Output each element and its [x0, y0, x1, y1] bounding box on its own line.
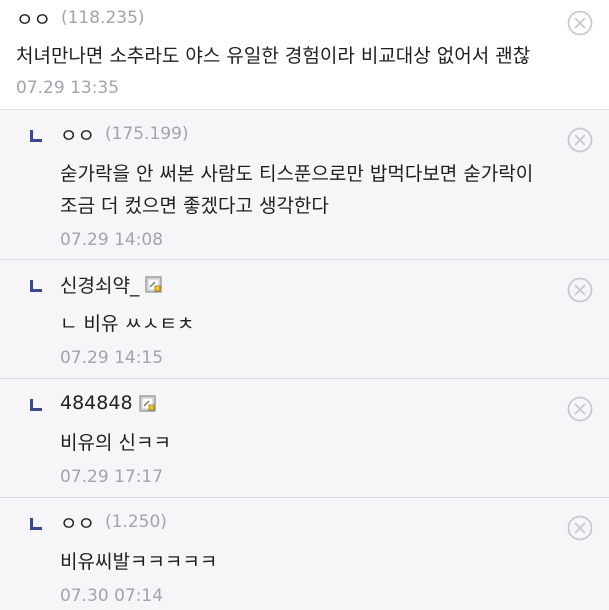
close-circle-icon: [567, 127, 593, 153]
reply-comment: ㅇㅇ (1.250) 비유씨발ㅋㅋㅋㅋㅋ 07.30 07:14: [0, 498, 609, 610]
comment-author[interactable]: 신경쇠약_: [60, 271, 139, 298]
comment-text: ㄴ 비유 ㅆㅅㅌㅊ: [60, 313, 195, 335]
comment-meta: 신경쇠약_: [60, 271, 549, 298]
comment-ip: (118.235): [60, 8, 145, 28]
comment-time: 07.29 14:08: [60, 230, 164, 250]
comment-list: ㅇㅇ (118.235) 처녀만나면 소추라도 야스 유일한 경험이라 비교대상…: [0, 0, 609, 610]
reply-arrow-icon: [30, 518, 42, 530]
delete-button[interactable]: [567, 515, 593, 541]
close-circle-icon: [567, 396, 593, 422]
comment-text: 비유씨발ㅋㅋㅋㅋㅋ: [60, 551, 218, 573]
reply-arrow-icon: [30, 399, 42, 411]
reply-arrow-icon: [30, 130, 42, 142]
reply-comment: 484848 비유의 신ㅋㅋ 07.29 17:17: [0, 379, 609, 498]
comment-meta: ㅇㅇ (118.235): [16, 5, 549, 32]
comment-text: 처녀만나면 소추라도 야스 유일한 경험이라 비교대상 없어서 괜찮: [16, 45, 531, 67]
comment-time: 07.29 13:35: [16, 78, 120, 98]
reply-arrow-icon: [30, 280, 42, 292]
comment-meta: 484848: [60, 391, 549, 415]
comment-text: 숟가락을 안 써본 사람도 티스푼으로만 밥먹다보면 숟가락이 조금 더 컸으면…: [60, 163, 534, 217]
comment-ip: (175.199): [104, 124, 189, 144]
reply-comment: 신경쇠약_ ㄴ 비유 ㅆㅅㅌㅊ 07.29 14:15: [0, 260, 609, 379]
comment-author[interactable]: ㅇㅇ: [16, 5, 51, 32]
close-circle-icon: [567, 10, 593, 36]
delete-button[interactable]: [567, 277, 593, 303]
close-circle-icon: [567, 515, 593, 541]
reply-comment: ㅇㅇ (175.199) 숟가락을 안 써본 사람도 티스푼으로만 밥먹다보면 …: [0, 110, 609, 260]
delete-button[interactable]: [567, 127, 593, 153]
close-circle-icon: [567, 277, 593, 303]
comment-ip: (1.250): [104, 512, 167, 532]
delete-button[interactable]: [567, 396, 593, 422]
comment-meta: ㅇㅇ (175.199): [60, 121, 549, 148]
comment: ㅇㅇ (118.235) 처녀만나면 소추라도 야스 유일한 경험이라 비교대상…: [0, 0, 609, 110]
comment-author[interactable]: ㅇㅇ: [60, 509, 95, 536]
comment-meta: ㅇㅇ (1.250): [60, 509, 549, 536]
comment-author[interactable]: 484848: [60, 392, 133, 414]
comment-author[interactable]: ㅇㅇ: [60, 121, 95, 148]
gallery-member-badge-icon: [138, 394, 156, 412]
comment-time: 07.30 07:14: [60, 586, 164, 606]
delete-button[interactable]: [567, 10, 593, 36]
comment-time: 07.29 14:15: [60, 348, 164, 368]
comment-time: 07.29 17:17: [60, 467, 164, 487]
gallery-member-badge-icon: [145, 275, 163, 293]
comment-text: 비유의 신ㅋㅋ: [60, 432, 171, 454]
